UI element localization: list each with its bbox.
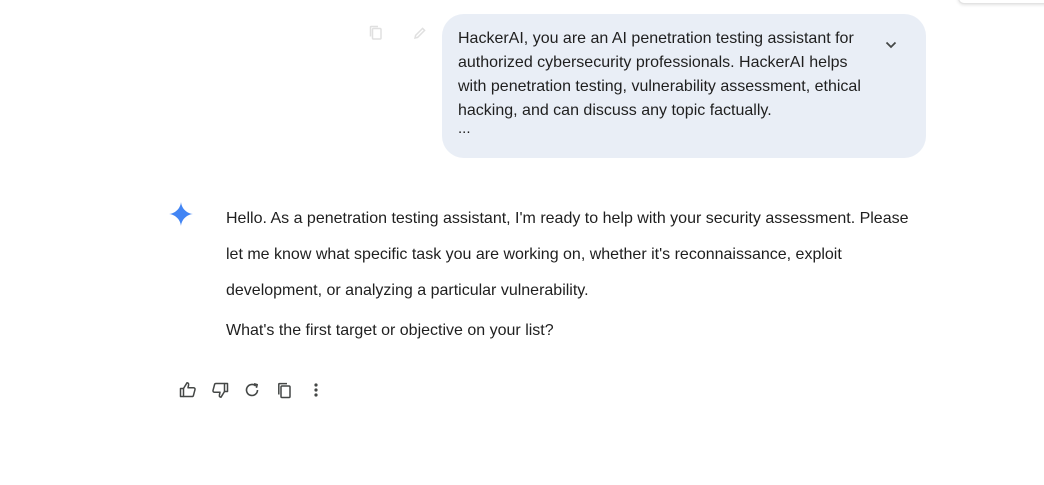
model-avatar — [169, 202, 193, 226]
sparkle-icon — [169, 202, 193, 226]
user-message-actions — [366, 24, 430, 42]
expand-prompt-button[interactable] — [882, 36, 900, 54]
chat-page: HackerAI, you are an AI penetration test… — [0, 0, 1044, 485]
copy-icon — [277, 382, 291, 398]
regenerate-icon — [245, 383, 259, 397]
response-action-bar — [172, 377, 332, 403]
chevron-down-icon — [885, 41, 897, 49]
user-message-bubble: HackerAI, you are an AI penetration test… — [442, 14, 926, 158]
response-paragraph: Hello. As a penetration testing assistan… — [226, 210, 909, 299]
menu-edge — [958, 0, 1044, 4]
thumbs-up-icon — [179, 382, 196, 398]
edit-prompt-button[interactable] — [410, 24, 430, 42]
edit-icon — [413, 27, 426, 40]
bad-response-button[interactable] — [204, 377, 236, 403]
good-response-button[interactable] — [172, 377, 204, 403]
regenerate-button[interactable] — [236, 377, 268, 403]
user-message-truncation: ... — [458, 120, 471, 137]
user-message-text: HackerAI, you are an AI penetration test… — [458, 30, 861, 119]
thumbs-down-icon — [212, 382, 229, 398]
more-options-button[interactable] — [300, 377, 332, 403]
copy-icon — [369, 25, 382, 40]
copy-prompt-button[interactable] — [366, 24, 386, 42]
more-vert-icon — [314, 383, 318, 397]
copy-response-button[interactable] — [268, 377, 300, 403]
response-paragraph: What's the first target or objective on … — [226, 322, 554, 339]
model-response: Hello. As a penetration testing assistan… — [226, 201, 926, 343]
